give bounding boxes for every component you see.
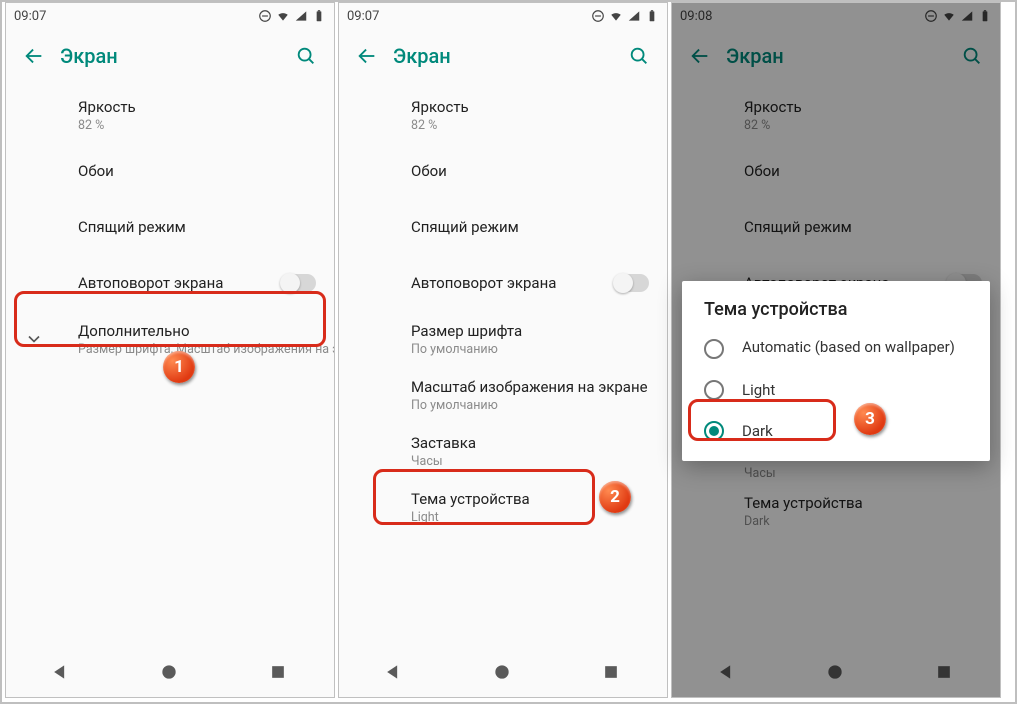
page-title: Экран — [54, 44, 286, 68]
row-wallpaper[interactable]: Обои — [339, 143, 667, 199]
row-subtitle: По умолчанию — [411, 398, 649, 413]
status-bar: 09:07 — [6, 3, 334, 29]
nav-recent[interactable] — [268, 662, 290, 684]
radio-checked-icon — [704, 421, 724, 441]
row-subtitle: По умолчанию — [411, 342, 649, 357]
page-title: Экран — [387, 44, 619, 68]
row-sleep[interactable]: Спящий режим — [339, 199, 667, 255]
nav-recent[interactable] — [601, 662, 623, 684]
radio-unchecked-icon — [704, 339, 724, 359]
row-title: Размер шрифта — [411, 322, 649, 340]
row-brightness[interactable]: Яркость 82 % — [339, 87, 667, 143]
row-title: Яркость — [78, 98, 316, 116]
nav-bar — [339, 649, 667, 697]
option-label: Automatic (based on wallpaper) — [742, 338, 955, 356]
row-autorotate[interactable]: Автоповорот экрана — [6, 255, 334, 311]
row-title: Спящий режим — [411, 218, 649, 236]
row-fontsize[interactable]: Размер шрифта По умолчанию — [339, 311, 667, 367]
signal-icon — [294, 9, 308, 23]
phone-3: 09:08 Экран Яркость 82 % — [671, 2, 1001, 698]
nav-back[interactable] — [50, 662, 72, 684]
row-subtitle: Размер шрифта, Масштаб изображения на э… — [78, 342, 334, 357]
option-label: Light — [742, 381, 775, 399]
clock: 09:07 — [347, 9, 379, 24]
arrow-left-icon — [23, 45, 45, 67]
nav-bar — [6, 649, 334, 697]
search-icon — [295, 45, 317, 67]
wifi-icon — [276, 9, 290, 23]
phone-1: 09:07 Экран Яркость 82 % — [5, 2, 335, 698]
option-dark[interactable]: Dark — [682, 410, 990, 451]
clock: 09:07 — [14, 9, 46, 24]
theme-dialog: Тема устройства Automatic (based on wall… — [682, 281, 990, 461]
status-icons — [591, 9, 659, 23]
app-bar: Экран — [6, 29, 334, 83]
back-button[interactable] — [347, 36, 387, 76]
chevron-down-icon — [22, 327, 46, 351]
row-title: Тема устройства — [411, 490, 649, 508]
row-title: Масштаб изображения на экране — [411, 378, 649, 396]
nav-home[interactable] — [492, 662, 514, 684]
search-icon — [628, 45, 650, 67]
row-advanced[interactable]: Дополнительно Размер шрифта, Масштаб изо… — [6, 311, 334, 367]
row-subtitle: Часы — [411, 454, 649, 469]
row-subtitle: Light — [411, 510, 649, 525]
row-theme[interactable]: Тема устройства Light — [339, 479, 667, 535]
back-button[interactable] — [14, 36, 54, 76]
row-title: Заставка — [411, 434, 649, 452]
radio-unchecked-icon — [704, 380, 724, 400]
signal-icon — [627, 9, 641, 23]
dnd-icon — [258, 9, 272, 23]
wifi-icon — [609, 9, 623, 23]
row-wallpaper[interactable]: Обои — [6, 143, 334, 199]
row-title: Обои — [411, 162, 649, 180]
row-brightness[interactable]: Яркость 82 % — [6, 87, 334, 143]
option-automatic[interactable]: Automatic (based on wallpaper) — [682, 328, 990, 369]
status-bar: 09:07 — [339, 3, 667, 29]
row-title: Яркость — [411, 98, 649, 116]
app-bar: Экран — [339, 29, 667, 83]
row-title: Автоповорот экрана — [411, 274, 609, 292]
row-title: Дополнительно — [78, 322, 334, 340]
switch-off[interactable] — [282, 274, 316, 292]
row-autorotate[interactable]: Автоповорот экрана — [339, 255, 667, 311]
search-button[interactable] — [286, 36, 326, 76]
row-title: Обои — [78, 162, 316, 180]
phone-2: 09:07 Экран Яркость 82 % — [338, 2, 668, 698]
arrow-left-icon — [356, 45, 378, 67]
row-title: Спящий режим — [78, 218, 316, 236]
screenshot-triptych: 09:07 Экран Яркость 82 % — [0, 0, 1017, 704]
option-light[interactable]: Light — [682, 369, 990, 410]
dialog-title: Тема устройства — [682, 299, 990, 328]
row-sleep[interactable]: Спящий режим — [6, 199, 334, 255]
search-button[interactable] — [619, 36, 659, 76]
switch-off[interactable] — [615, 274, 649, 292]
settings-list: Яркость 82 % Обои Спящий режим Автоповор… — [339, 83, 667, 649]
option-label: Dark — [742, 422, 773, 440]
battery-icon — [645, 9, 659, 23]
settings-list: Яркость 82 % Обои Спящий режим Автоповор… — [6, 83, 334, 649]
row-subtitle: 82 % — [411, 118, 649, 133]
row-title: Автоповорот экрана — [78, 274, 276, 292]
dnd-icon — [591, 9, 605, 23]
row-subtitle: 82 % — [78, 118, 316, 133]
row-screensaver[interactable]: Заставка Часы — [339, 423, 667, 479]
battery-icon — [312, 9, 326, 23]
nav-home[interactable] — [159, 662, 181, 684]
row-displaysize[interactable]: Масштаб изображения на экране По умолчан… — [339, 367, 667, 423]
nav-back[interactable] — [383, 662, 405, 684]
status-icons — [258, 9, 326, 23]
